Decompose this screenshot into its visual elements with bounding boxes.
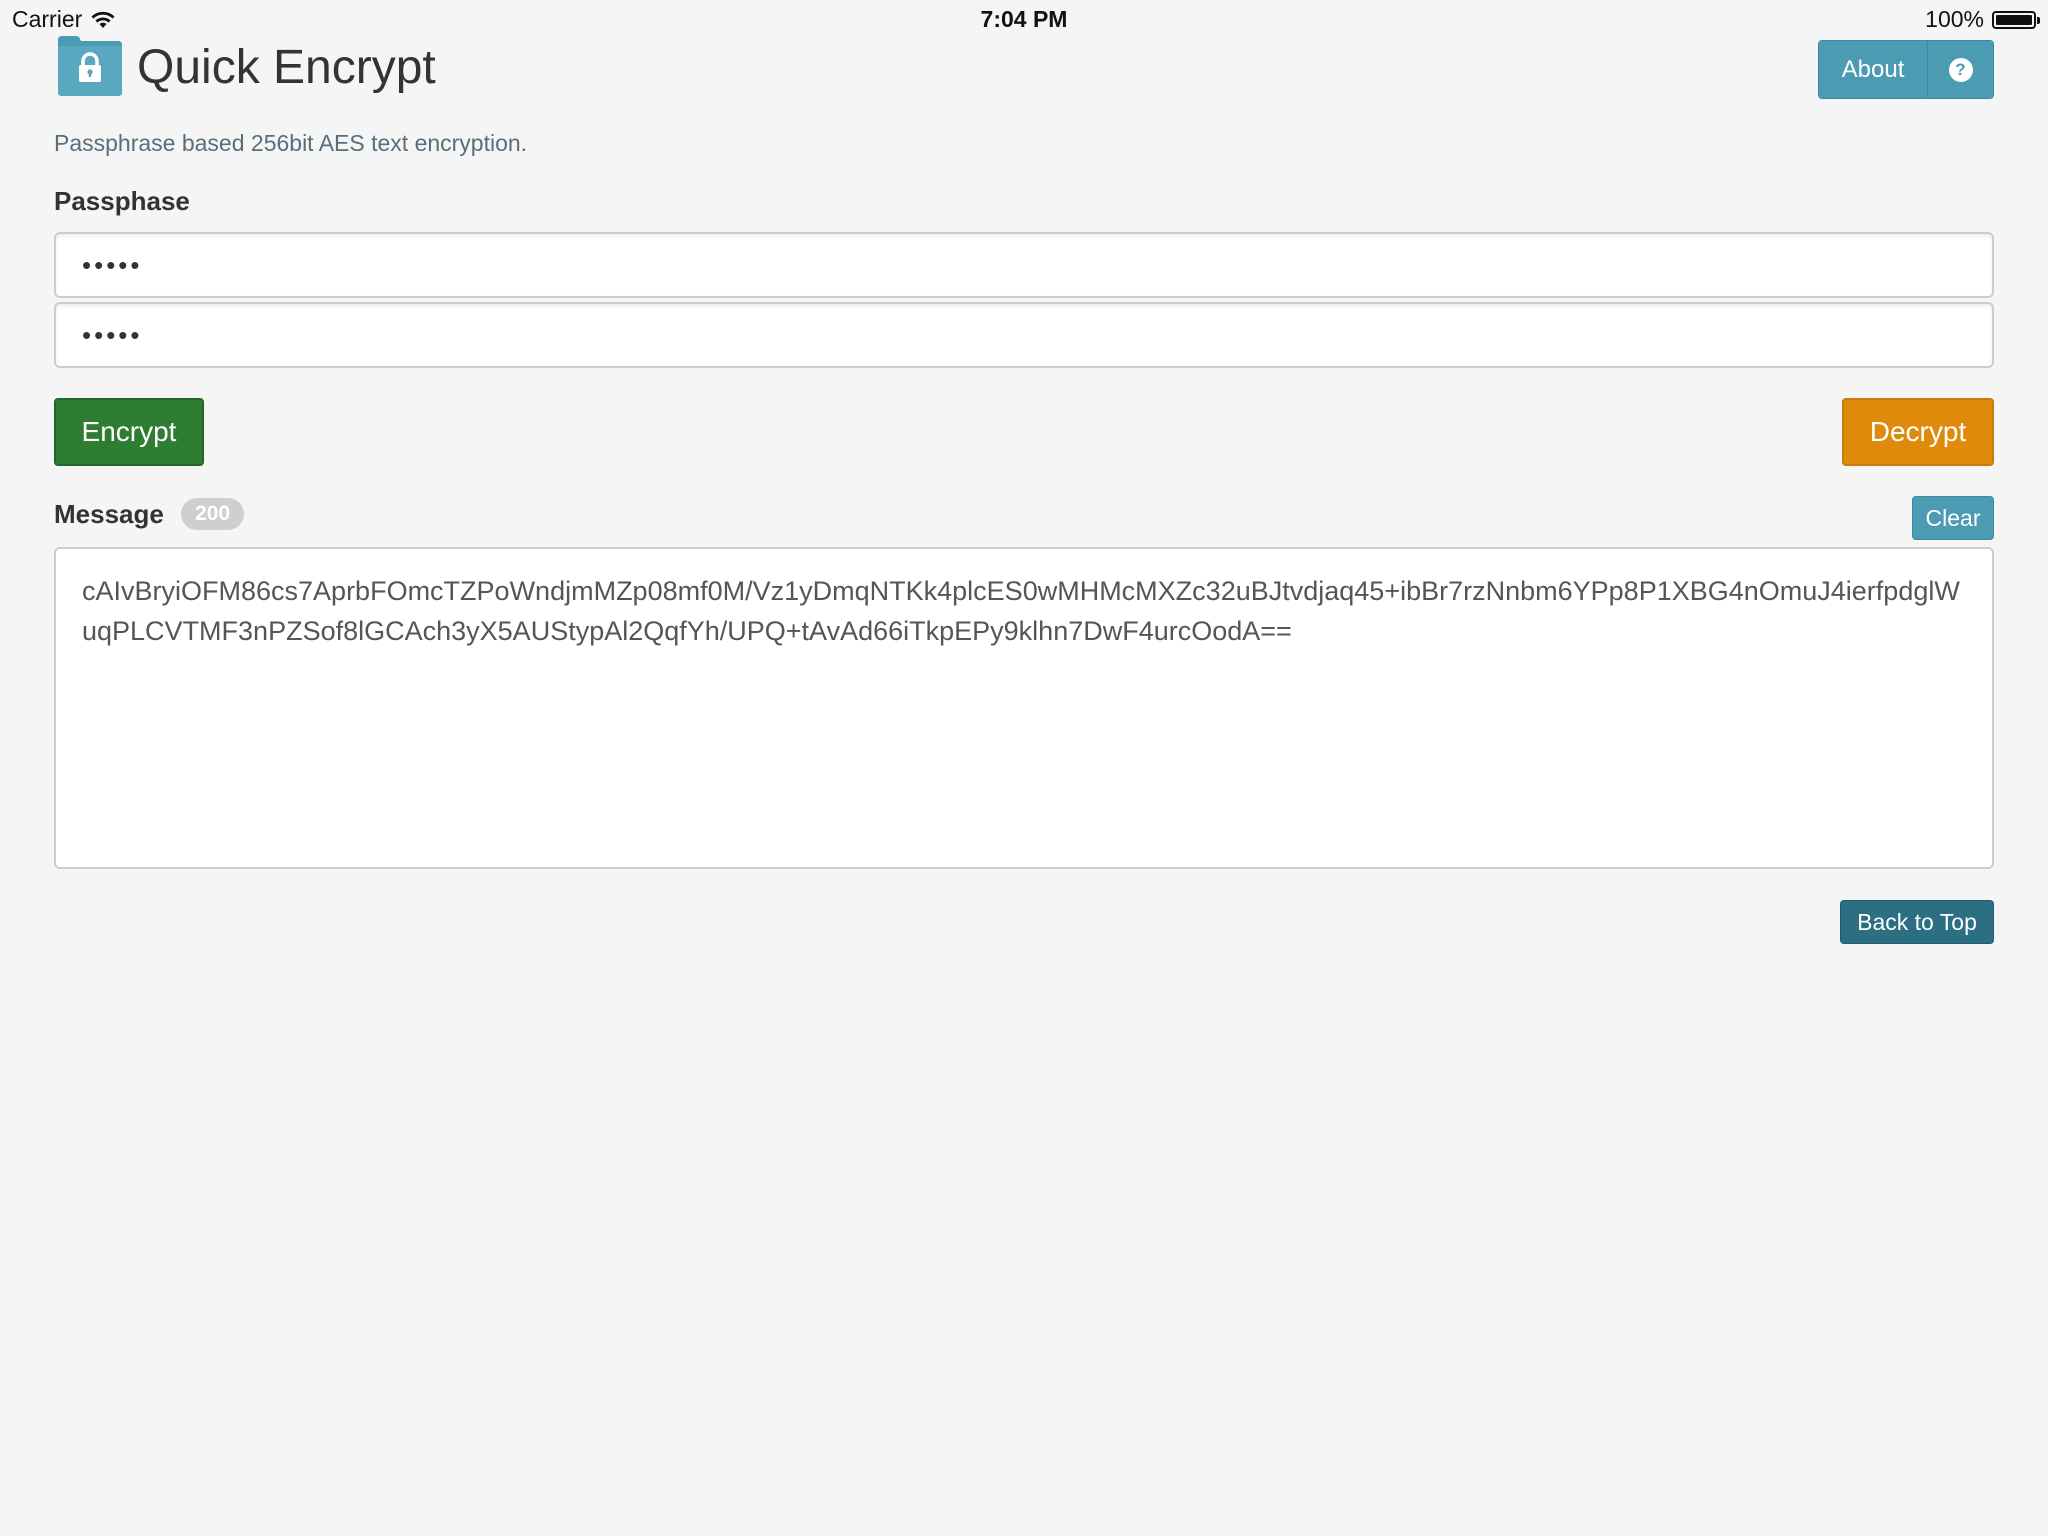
decrypt-button[interactable]: Decrypt bbox=[1842, 398, 1994, 466]
app-description: Passphrase based 256bit AES text encrypt… bbox=[54, 130, 528, 156]
back-to-top-button[interactable]: Back to Top bbox=[1840, 900, 1994, 944]
clear-button[interactable]: Clear bbox=[1912, 496, 1994, 540]
question-circle-icon: ? bbox=[1948, 57, 1973, 82]
passphrase-confirm-input[interactable]: ••••• bbox=[54, 302, 1994, 368]
battery-percent: 100% bbox=[1925, 6, 1984, 32]
passphrase-input[interactable]: ••••• bbox=[54, 232, 1994, 298]
status-bar: Carrier 7:04 PM 100% bbox=[0, 0, 2048, 40]
battery-level bbox=[1996, 14, 2032, 25]
help-button[interactable]: ? bbox=[1928, 41, 1993, 98]
page-title: Quick Encrypt bbox=[137, 41, 436, 94]
clock: 7:04 PM bbox=[980, 6, 1068, 32]
battery-indicator: 100% bbox=[1925, 6, 2040, 33]
character-count-badge: 200 bbox=[181, 498, 245, 531]
message-label-row: Message 200 bbox=[54, 498, 245, 532]
message-label: Message bbox=[54, 499, 164, 529]
message-textarea[interactable]: cAIvBryiOFM86cs7AprbFOmcTZPoWndjmMZp08mf… bbox=[54, 547, 1994, 869]
passphrase-label: Passphase bbox=[54, 186, 190, 216]
about-button[interactable]: About bbox=[1819, 41, 1928, 98]
encrypt-button[interactable]: Encrypt bbox=[54, 398, 204, 466]
lock-icon bbox=[58, 36, 122, 96]
about-button-group: About ? bbox=[1818, 40, 1994, 99]
battery-icon bbox=[1992, 10, 2040, 29]
